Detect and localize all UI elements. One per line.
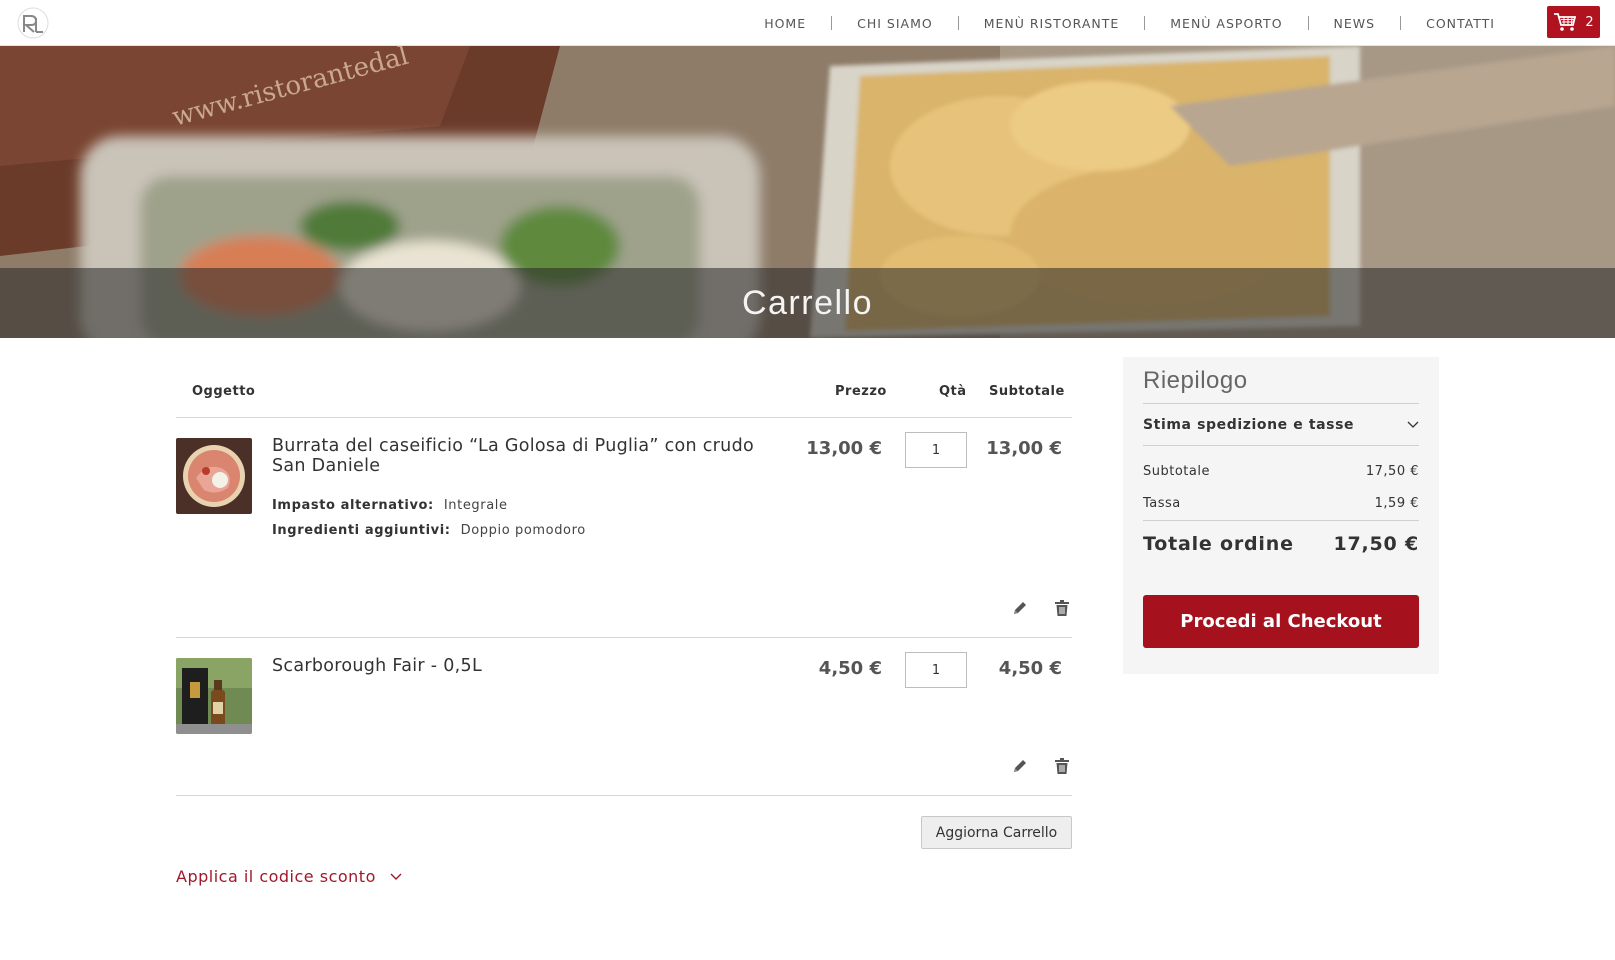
cart-table: Oggetto Prezzo Qtà Subtotale Burrata del… bbox=[176, 372, 1072, 876]
nav-item-news[interactable]: NEWS bbox=[1334, 16, 1376, 31]
product-subtotal: 13,00 € bbox=[986, 438, 1062, 459]
column-header-item: Oggetto bbox=[192, 384, 256, 399]
cart-item-row: Burrata del caseificio “La Golosa di Pug… bbox=[176, 418, 1072, 638]
apply-discount-toggle[interactable]: Applica il codice sconto bbox=[176, 867, 402, 886]
cart-count-badge: 2 bbox=[1585, 14, 1594, 30]
nav-divider bbox=[831, 16, 833, 30]
product-option-label: Ingredienti aggiuntivi: bbox=[272, 523, 451, 538]
summary-total-label: Totale ordine bbox=[1143, 533, 1294, 555]
column-header-subtotal: Subtotale bbox=[989, 384, 1065, 399]
nav-item-home[interactable]: HOME bbox=[764, 16, 806, 31]
nav-item-contatti[interactable]: CONTATTI bbox=[1426, 16, 1495, 31]
product-price: 13,00 € bbox=[806, 438, 882, 459]
nav-divider bbox=[1400, 16, 1402, 30]
quantity-input[interactable]: 1 bbox=[905, 652, 967, 688]
cart-button[interactable]: 2 bbox=[1547, 6, 1600, 38]
trash-icon[interactable] bbox=[1052, 598, 1072, 618]
summary-subtotal-value: 17,50 € bbox=[1365, 464, 1419, 479]
product-price: 4,50 € bbox=[818, 658, 882, 679]
nav-item-menu-ristorante[interactable]: MENÙ RISTORANTE bbox=[984, 16, 1120, 31]
divider bbox=[1143, 445, 1419, 446]
hero-banner: www.ristorantedal Carrello bbox=[0, 46, 1615, 338]
summary-tax-label: Tassa bbox=[1143, 496, 1181, 511]
shipping-estimate-toggle[interactable]: Stima spedizione e tasse bbox=[1143, 404, 1419, 445]
page-title: Carrello bbox=[741, 283, 874, 322]
apply-discount-label: Applica il codice sconto bbox=[176, 867, 376, 886]
summary-subtotal-label: Subtotale bbox=[1143, 464, 1210, 479]
pencil-icon[interactable] bbox=[1010, 598, 1030, 618]
top-navigation-bar: HOME CHI SIAMO MENÙ RISTORANTE MENÙ ASPO… bbox=[0, 0, 1615, 46]
summary-total-value: 17,50 € bbox=[1333, 533, 1419, 555]
summary-tax-value: 1,59 € bbox=[1374, 496, 1419, 511]
product-subtotal: 4,50 € bbox=[998, 658, 1062, 679]
product-name[interactable]: Scarborough Fair - 0,5L bbox=[272, 656, 792, 676]
summary-subtotal-row: Subtotale 17,50 € bbox=[1143, 464, 1419, 479]
nav-divider bbox=[1307, 16, 1309, 30]
product-option-value: Integrale bbox=[443, 498, 508, 513]
product-option-label: Impasto alternativo: bbox=[272, 498, 434, 513]
main-navigation: HOME CHI SIAMO MENÙ RISTORANTE MENÙ ASPO… bbox=[764, 0, 1495, 46]
divider bbox=[1143, 520, 1419, 521]
column-header-qty: Qtà bbox=[939, 384, 967, 399]
restaurant-logo[interactable] bbox=[16, 6, 50, 40]
trash-icon[interactable] bbox=[1052, 756, 1072, 776]
column-header-price: Prezzo bbox=[835, 384, 887, 399]
summary-title: Riepilogo bbox=[1143, 367, 1248, 394]
chevron-down-icon bbox=[390, 873, 402, 880]
summary-total-row: Totale ordine 17,50 € bbox=[1143, 533, 1419, 555]
order-summary-panel: Riepilogo Stima spedizione e tasse Subto… bbox=[1123, 357, 1439, 674]
product-option: Impasto alternativo: Integrale bbox=[272, 498, 508, 513]
product-name[interactable]: Burrata del caseificio “La Golosa di Pug… bbox=[272, 436, 792, 476]
cart-item-row: Scarborough Fair - 0,5L 4,50 € 1 4,50 € bbox=[176, 638, 1072, 796]
product-option: Ingredienti aggiuntivi: Doppio pomodoro bbox=[272, 523, 586, 538]
product-image-burrata[interactable] bbox=[176, 438, 252, 514]
pencil-icon[interactable] bbox=[1010, 756, 1030, 776]
chevron-down-icon bbox=[1407, 421, 1419, 428]
product-option-value: Doppio pomodoro bbox=[460, 523, 586, 538]
nav-item-menu-asporto[interactable]: MENÙ ASPORTO bbox=[1170, 16, 1282, 31]
checkout-button[interactable]: Procedi al Checkout bbox=[1143, 595, 1419, 648]
nav-divider bbox=[957, 16, 959, 30]
product-image-beer[interactable] bbox=[176, 658, 252, 734]
nav-item-chi-siamo[interactable]: CHI SIAMO bbox=[857, 16, 933, 31]
shipping-estimate-label: Stima spedizione e tasse bbox=[1143, 416, 1355, 433]
update-cart-button[interactable]: Aggiorna Carrello bbox=[921, 816, 1072, 849]
cart-table-header: Oggetto Prezzo Qtà Subtotale bbox=[176, 372, 1072, 418]
nav-divider bbox=[1144, 16, 1146, 30]
shopping-cart-icon bbox=[1554, 13, 1577, 31]
quantity-input[interactable]: 1 bbox=[905, 432, 967, 468]
summary-tax-row: Tassa 1,59 € bbox=[1143, 496, 1419, 511]
